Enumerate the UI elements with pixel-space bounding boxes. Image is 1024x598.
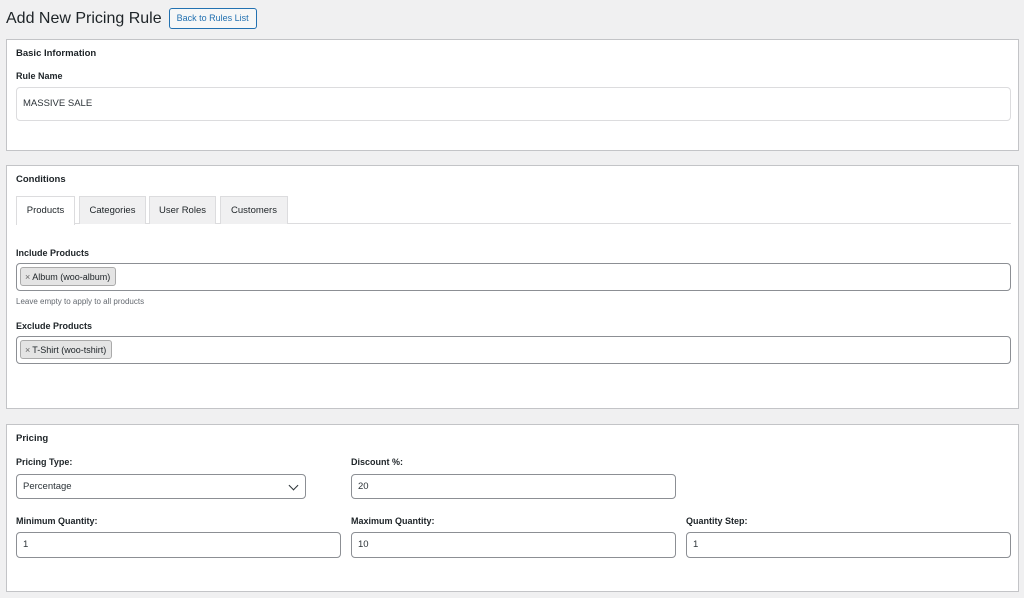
tab-customers[interactable]: Customers: [220, 196, 288, 224]
include-products-help: Leave empty to apply to all products: [16, 297, 145, 306]
conditions-heading: Conditions: [16, 174, 66, 185]
basic-information-heading: Basic Information: [16, 48, 97, 59]
page-header: Add New Pricing Rule Back to Rules List: [6, 8, 257, 29]
quantity-step-label: Quantity Step:: [686, 516, 748, 526]
maximum-quantity-input[interactable]: 10: [351, 532, 676, 558]
minimum-quantity-label: Minimum Quantity:: [16, 516, 98, 526]
exclude-products-select[interactable]: × T-Shirt (woo-tshirt): [16, 336, 1011, 364]
discount-input[interactable]: 20: [351, 474, 676, 499]
tab-user-roles[interactable]: User Roles: [149, 196, 216, 224]
page-title: Add New Pricing Rule: [6, 9, 162, 27]
pricing-card: Pricing Pricing Type: Percentage Discoun…: [6, 424, 1019, 592]
conditions-tabs: Products Categories User Roles Customers: [16, 196, 1011, 225]
minimum-quantity-input[interactable]: 1: [16, 532, 341, 558]
rule-name-input[interactable]: MASSIVE SALE: [16, 87, 1011, 121]
maximum-quantity-label: Maximum Quantity:: [351, 516, 435, 526]
chevron-down-icon: [288, 480, 299, 491]
basic-information-card: Basic Information Rule Name MASSIVE SALE: [6, 39, 1019, 151]
pricing-type-label: Pricing Type:: [16, 457, 73, 467]
remove-tag-icon[interactable]: ×: [25, 272, 30, 282]
pricing-heading: Pricing: [16, 433, 49, 444]
include-products-label: Include Products: [16, 248, 90, 258]
remove-tag-icon[interactable]: ×: [25, 345, 30, 355]
tag-label: Album (woo-album): [32, 271, 111, 282]
tab-products[interactable]: Products: [16, 196, 75, 225]
tab-categories[interactable]: Categories: [79, 196, 146, 224]
back-to-rules-button[interactable]: Back to Rules List: [168, 8, 257, 29]
rule-name-label: Rule Name: [16, 71, 63, 81]
tag-tshirt: × T-Shirt (woo-tshirt): [20, 340, 113, 359]
pricing-type-select[interactable]: Percentage: [16, 474, 306, 499]
conditions-card: Conditions Products Categories User Role…: [6, 165, 1019, 409]
include-products-select[interactable]: × Album (woo-album): [16, 263, 1011, 291]
quantity-step-input[interactable]: 1: [686, 532, 1011, 558]
tag-label: T-Shirt (woo-tshirt): [32, 344, 107, 355]
tag-album: × Album (woo-album): [20, 267, 117, 286]
pricing-type-value: Percentage: [23, 481, 72, 492]
exclude-products-label: Exclude Products: [16, 321, 93, 331]
discount-label: Discount %:: [351, 457, 404, 467]
